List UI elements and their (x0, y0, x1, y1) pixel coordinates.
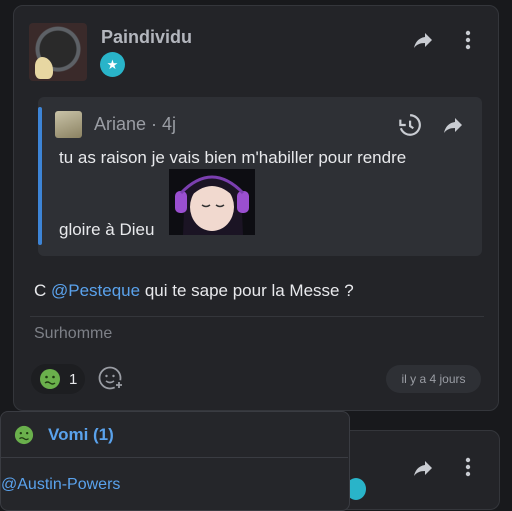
add-reaction-icon[interactable] (97, 364, 125, 392)
reaction-button[interactable]: 1 (31, 364, 85, 394)
nauseated-face-icon (14, 425, 34, 445)
quote-bar (38, 107, 42, 245)
reaction-count: 1 (69, 370, 78, 388)
avatar[interactable] (29, 23, 87, 81)
post-body: C @Pesteque qui te sape pour la Messe ? (34, 281, 354, 301)
quote-age: · 4j (151, 114, 177, 134)
share-icon[interactable] (411, 28, 435, 52)
author-name[interactable]: Paindividu (101, 27, 192, 48)
popup-divider (1, 457, 348, 458)
signature-divider (30, 316, 484, 317)
quote-image[interactable] (169, 169, 255, 235)
nauseated-face-icon (40, 369, 60, 389)
signature: Surhomme (34, 325, 113, 342)
share-icon[interactable] (441, 113, 465, 137)
reaction-user-link[interactable]: @Austin-Powers (1, 476, 120, 494)
quote-text-line-1: tu as raison je vais bien m'habiller pou… (59, 148, 407, 167)
reaction-popup-title: Vomi (1) (48, 425, 114, 444)
post-body-prefix: C (34, 281, 51, 300)
quote-author[interactable]: Ariane · 4j (94, 114, 176, 135)
quote-avatar[interactable] (55, 111, 82, 138)
share-icon[interactable] (411, 456, 435, 480)
more-vertical-icon[interactable] (458, 28, 478, 52)
history-icon[interactable] (396, 112, 422, 138)
star-badge-icon[interactable]: ★ (100, 52, 125, 77)
timestamp[interactable]: il y a 4 jours (386, 365, 481, 393)
post-body-suffix: qui te sape pour la Messe ? (140, 281, 354, 300)
mention-link[interactable]: @Pesteque (51, 281, 140, 300)
quote-text-line-2: gloire à Dieu (59, 220, 155, 239)
more-vertical-icon[interactable] (458, 455, 478, 479)
quote-author-name[interactable]: Ariane (94, 114, 146, 134)
